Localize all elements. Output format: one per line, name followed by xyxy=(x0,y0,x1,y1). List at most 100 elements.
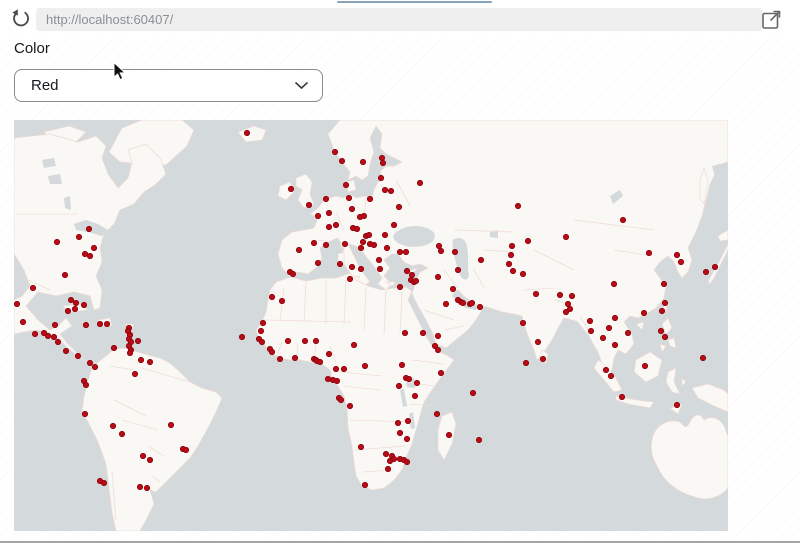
map-dot xyxy=(349,264,355,270)
map-dot xyxy=(642,363,648,369)
map-dot xyxy=(608,373,614,379)
map-dot xyxy=(358,444,364,450)
map-dot xyxy=(435,333,441,339)
map-dot xyxy=(603,367,609,373)
map-dot xyxy=(700,355,706,361)
map-dot xyxy=(612,315,618,321)
map-dot xyxy=(54,239,60,245)
map-dot xyxy=(646,250,652,256)
map-dot xyxy=(144,485,150,491)
map-dot xyxy=(52,322,58,328)
map-dot xyxy=(147,457,153,463)
color-select[interactable]: Red xyxy=(14,69,323,102)
map-dot xyxy=(63,348,69,354)
map-dot xyxy=(333,366,339,372)
map-dot xyxy=(395,420,401,426)
map-dot xyxy=(388,188,394,194)
map-dot xyxy=(338,397,344,403)
map-dot xyxy=(341,366,347,372)
map-dot xyxy=(678,259,684,265)
map-dot xyxy=(239,334,245,340)
map-dot xyxy=(347,403,353,409)
map-dot xyxy=(587,318,593,324)
map-dot xyxy=(378,175,384,181)
map-dot xyxy=(323,242,329,248)
map-dot xyxy=(75,353,81,359)
map-dot xyxy=(168,422,174,428)
map-dot xyxy=(87,253,93,259)
map-dot xyxy=(258,328,264,334)
map-dot xyxy=(343,182,349,188)
map-dot xyxy=(384,245,390,251)
chevron-down-icon xyxy=(294,81,309,90)
map-dot xyxy=(137,484,143,490)
map-dot xyxy=(397,430,403,436)
map-dot xyxy=(313,338,319,344)
map-dot xyxy=(83,382,89,388)
map-dot xyxy=(412,393,418,399)
map-dot xyxy=(315,260,321,266)
map-dot xyxy=(557,292,563,298)
map-dot xyxy=(523,360,529,366)
map-dot xyxy=(404,459,410,465)
map-dot xyxy=(311,240,317,246)
reload-button[interactable] xyxy=(11,9,31,29)
map-dot xyxy=(279,298,285,304)
map-dot xyxy=(399,362,405,368)
map-dot xyxy=(520,320,526,326)
map-dot xyxy=(533,291,539,297)
map-dot xyxy=(362,482,368,488)
map-dot xyxy=(306,202,312,208)
map-dot xyxy=(14,301,20,307)
map-dot xyxy=(371,242,377,248)
map-dot xyxy=(478,257,484,263)
map-dot xyxy=(452,249,458,255)
tab-accent-line xyxy=(337,1,492,3)
open-external-button[interactable] xyxy=(761,9,782,30)
map-dot xyxy=(377,266,383,272)
map-dot xyxy=(244,130,250,136)
map-dot xyxy=(290,271,296,277)
map-dot xyxy=(361,213,367,219)
map-dot xyxy=(396,383,402,389)
map-dot xyxy=(83,322,89,328)
map-dot xyxy=(625,330,631,336)
map-dot xyxy=(315,213,321,219)
reload-icon xyxy=(11,9,31,29)
map-dot xyxy=(469,300,475,306)
map-dot xyxy=(391,222,397,228)
world-map[interactable] xyxy=(14,120,728,531)
map-dot xyxy=(402,330,408,336)
map-dot xyxy=(385,466,391,472)
map-dot xyxy=(508,252,514,258)
map-dot xyxy=(296,247,302,253)
map-dot xyxy=(347,276,353,282)
map-dot xyxy=(658,328,664,334)
map-dot xyxy=(367,196,373,202)
map-dot xyxy=(326,351,332,357)
map-dot xyxy=(127,350,133,356)
map-dot xyxy=(600,335,606,341)
map-dot xyxy=(414,380,420,386)
browser-toolbar: http://localhost:60407/ xyxy=(0,0,800,38)
map-dot xyxy=(132,371,138,377)
url-text: http://localhost:60407/ xyxy=(36,12,173,27)
map-dot xyxy=(86,226,92,232)
map-dot xyxy=(277,356,283,362)
map-dot xyxy=(358,245,364,251)
map-dot xyxy=(62,272,68,278)
map-dot xyxy=(588,328,594,334)
map-dot xyxy=(349,206,355,212)
map-dot xyxy=(81,302,87,308)
map-dot xyxy=(611,281,617,287)
map-dot xyxy=(183,447,189,453)
map-dot xyxy=(406,376,412,382)
url-input[interactable]: http://localhost:60407/ xyxy=(36,8,762,31)
map-dot xyxy=(420,330,426,336)
map-dot xyxy=(506,261,512,267)
map-dot xyxy=(619,394,625,400)
map-dot xyxy=(712,264,718,270)
map-dot xyxy=(366,232,372,238)
map-dot xyxy=(674,402,680,408)
map-dot xyxy=(72,306,78,312)
